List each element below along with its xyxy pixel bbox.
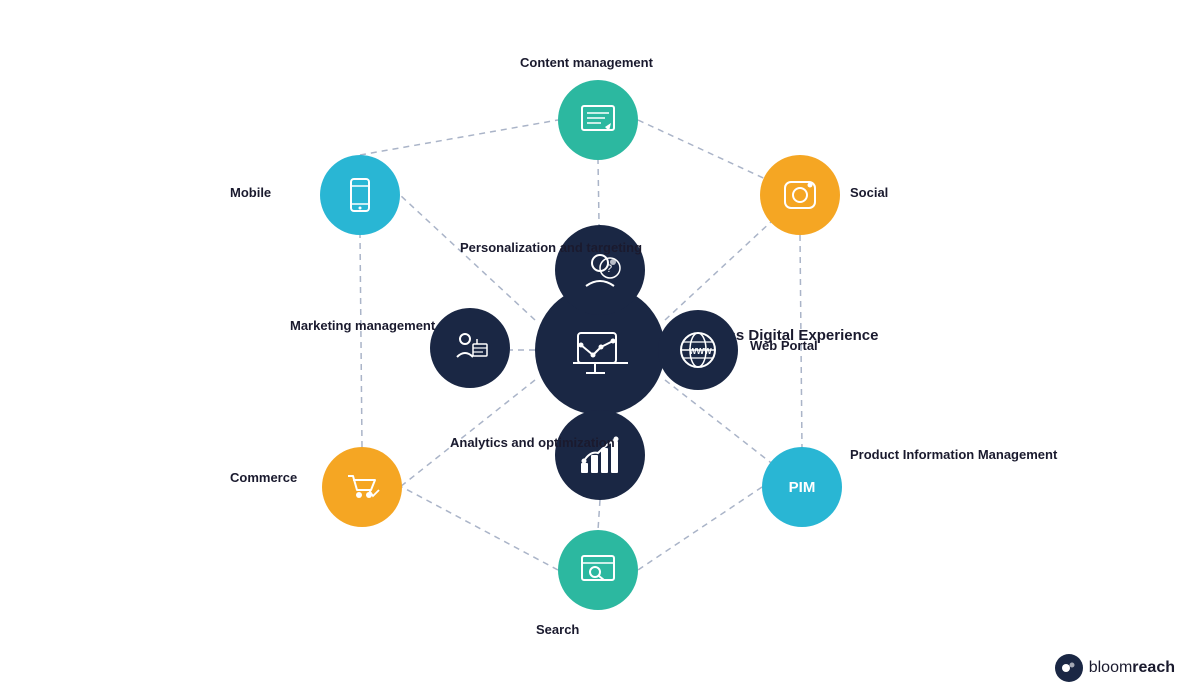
node-social[interactable] [760, 155, 840, 235]
node-analytics[interactable] [555, 410, 645, 500]
commerce-icon [343, 468, 381, 506]
node-personalization[interactable]: ? [555, 225, 645, 315]
social-label: Social [850, 185, 888, 202]
node-commerce[interactable] [322, 447, 402, 527]
node-content[interactable] [558, 80, 638, 160]
pim-icon: PIM [789, 479, 816, 496]
node-search[interactable] [558, 530, 638, 610]
node-marketing[interactable] [430, 308, 510, 388]
marketing-label: Marketing management [290, 318, 435, 335]
mobile-label: Mobile [230, 185, 271, 202]
mobile-icon [341, 176, 379, 214]
commerce-label: Commerce [230, 470, 297, 487]
diagram-container: .dashed-line { stroke: #aab4c8; stroke-w… [0, 0, 1200, 700]
analytics-label: Analytics and optimization [450, 435, 615, 452]
node-webportal[interactable]: WWW [658, 310, 738, 390]
logo-icon [1055, 654, 1083, 682]
search-icon [579, 551, 617, 589]
node-pim[interactable]: PIM [762, 447, 842, 527]
center-icon [573, 323, 628, 378]
content-icon [579, 101, 617, 139]
node-mobile[interactable] [320, 155, 400, 235]
search-label: Search [536, 622, 579, 639]
bloomreach-logo: bloomreach [1055, 654, 1175, 682]
content-label: Content management [520, 55, 653, 72]
social-icon [781, 176, 819, 214]
webportal-icon: WWW [677, 329, 719, 371]
logo-text: bloomreach [1089, 659, 1175, 677]
webportal-label: Web Portal [750, 338, 818, 355]
marketing-icon [451, 329, 489, 367]
pim-label: Product Information Management [850, 447, 1057, 464]
svg-text:WWW: WWW [689, 347, 712, 356]
svg-text:?: ? [606, 263, 612, 275]
personalization-label: Personalization and targeting [460, 240, 642, 257]
